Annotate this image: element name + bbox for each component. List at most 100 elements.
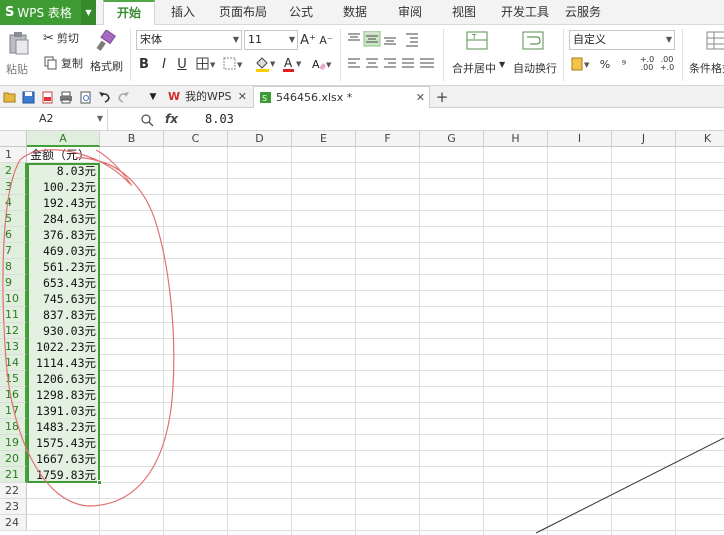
table-cell[interactable]: 1298.83元 (28, 387, 98, 403)
font-shrink-button[interactable]: A⁻ (318, 30, 334, 50)
save-icon[interactable] (20, 89, 36, 105)
column-header-g[interactable]: G (420, 131, 484, 147)
row-header-4[interactable]: 4 (0, 195, 27, 211)
thousands-button[interactable]: ⁹ (618, 55, 630, 73)
table-cell[interactable]: 1483.23元 (28, 419, 98, 435)
tab-cloud[interactable]: 云服务 (561, 0, 605, 25)
chevron-down-icon[interactable]: ▼ (81, 0, 96, 25)
cut-button[interactable]: ✂ 剪切 (43, 29, 79, 47)
underline-button[interactable]: U (175, 55, 189, 73)
column-header-f[interactable]: F (356, 131, 420, 147)
italic-button[interactable]: I (157, 55, 171, 73)
column-header-c[interactable]: C (164, 131, 228, 147)
font-grow-button[interactable]: A⁺ (300, 30, 316, 50)
conditional-format-button[interactable]: 条件格式 (688, 29, 724, 81)
row-header-17[interactable]: 17 (0, 403, 27, 419)
row-header-19[interactable]: 19 (0, 435, 27, 451)
table-cell[interactable]: 1759.83元 (28, 467, 98, 483)
increase-decimal-button[interactable]: +.0 .00 (638, 55, 656, 73)
table-cell[interactable]: 1206.63元 (28, 371, 98, 387)
table-cell[interactable]: 192.43元 (28, 195, 98, 211)
row-header-11[interactable]: 11 (0, 307, 27, 323)
cell-style-button[interactable]: ▼ (222, 55, 246, 73)
tab-view[interactable]: 视图 (443, 0, 485, 25)
export-pdf-icon[interactable] (39, 89, 55, 105)
formula-input[interactable]: 8.03 (205, 109, 234, 130)
table-cell[interactable]: 1391.03元 (28, 403, 98, 419)
app-menu-button[interactable]: S WPS 表格 ▼ (0, 0, 96, 25)
table-cell[interactable]: 284.63元 (28, 211, 98, 227)
percent-button[interactable]: % (598, 55, 612, 73)
table-cell[interactable]: 837.83元 (28, 307, 98, 323)
table-cell[interactable]: 1114.43元 (28, 355, 98, 371)
column-header-b[interactable]: B (100, 131, 164, 147)
column-header-i[interactable]: I (548, 131, 612, 147)
row-header-15[interactable]: 15 (0, 371, 27, 387)
table-cell[interactable]: 561.23元 (28, 259, 98, 275)
doc-tab-active[interactable]: S 546456.xlsx * ✕ (253, 86, 430, 108)
redo-icon[interactable] (115, 89, 131, 105)
column-header-h[interactable]: H (484, 131, 548, 147)
close-icon[interactable]: ✕ (416, 87, 425, 109)
font-color-button[interactable]: A ▼ (281, 55, 305, 73)
tab-home[interactable]: 开始 (103, 0, 155, 26)
row-header-3[interactable]: 3 (0, 179, 27, 195)
row-header-20[interactable]: 20 (0, 451, 27, 467)
column-header-d[interactable]: D (228, 131, 292, 147)
tab-formulas[interactable]: 公式 (280, 0, 322, 25)
tab-data[interactable]: 数据 (334, 0, 376, 25)
table-cell[interactable]: 100.23元 (28, 179, 98, 195)
row-header-23[interactable]: 23 (0, 499, 27, 515)
decrease-decimal-button[interactable]: .00 +.0 (658, 55, 676, 73)
borders-button[interactable]: ▼ (195, 55, 219, 73)
tab-insert[interactable]: 插入 (162, 0, 204, 25)
open-folder-icon[interactable] (2, 89, 18, 105)
align-top-icon[interactable] (346, 30, 428, 47)
row-header-18[interactable]: 18 (0, 419, 27, 435)
format-painter-button[interactable]: 格式刷 (90, 29, 123, 81)
table-cell[interactable]: 930.03元 (28, 323, 98, 339)
clear-format-button[interactable]: A ▼ (310, 55, 334, 73)
table-cell[interactable]: 1667.63元 (28, 451, 98, 467)
row-header-7[interactable]: 7 (0, 243, 27, 259)
zoom-icon[interactable] (140, 113, 154, 127)
font-size-select[interactable]: 11 ▼ (244, 30, 298, 50)
column-header-e[interactable]: E (292, 131, 356, 147)
row-header-10[interactable]: 10 (0, 291, 27, 307)
align-left-icon[interactable] (346, 56, 438, 72)
row-header-1[interactable]: 1 (0, 147, 27, 163)
copy-button[interactable]: 复制 (44, 54, 83, 72)
new-tab-button[interactable]: + (434, 88, 450, 106)
column-header-j[interactable]: J (612, 131, 676, 147)
column-header-k[interactable]: K (676, 131, 724, 147)
table-cell[interactable]: 653.43元 (28, 275, 98, 291)
doc-tab-mywps[interactable]: W 我的WPS ✕ (163, 86, 251, 108)
row-header-22[interactable]: 22 (0, 483, 27, 499)
row-header-6[interactable]: 6 (0, 227, 27, 243)
merge-center-button[interactable]: T 合并居中 ▼ (448, 29, 506, 81)
table-cell[interactable]: 8.03元 (28, 163, 98, 179)
font-name-select[interactable]: 宋体 ▼ (136, 30, 242, 50)
number-format-select[interactable]: 自定义 ▼ (569, 30, 675, 50)
paste-button[interactable]: 粘贴 (6, 29, 32, 81)
chevron-down-icon[interactable]: ▼ (145, 89, 161, 105)
tab-developer[interactable]: 开发工具 (496, 0, 554, 25)
table-cell[interactable]: 745.63元 (28, 291, 98, 307)
table-cell[interactable]: 1022.23元 (28, 339, 98, 355)
row-header-14[interactable]: 14 (0, 355, 27, 371)
header-cell[interactable]: 金额（元） (28, 147, 98, 163)
tab-page-layout[interactable]: 页面布局 (213, 0, 273, 25)
select-all-corner[interactable] (0, 131, 27, 147)
currency-button[interactable]: ▼ (570, 55, 594, 73)
row-header-8[interactable]: 8 (0, 259, 27, 275)
fill-handle[interactable] (97, 480, 102, 485)
fill-color-button[interactable]: ▼ (253, 55, 279, 73)
row-header-21[interactable]: 21 (0, 467, 27, 483)
row-header-12[interactable]: 12 (0, 323, 27, 339)
row-header-24[interactable]: 24 (0, 515, 27, 531)
table-cell[interactable]: 1575.43元 (28, 435, 98, 451)
row-header-9[interactable]: 9 (0, 275, 27, 291)
table-cell[interactable]: 376.83元 (28, 227, 98, 243)
row-header-13[interactable]: 13 (0, 339, 27, 355)
row-header-16[interactable]: 16 (0, 387, 27, 403)
